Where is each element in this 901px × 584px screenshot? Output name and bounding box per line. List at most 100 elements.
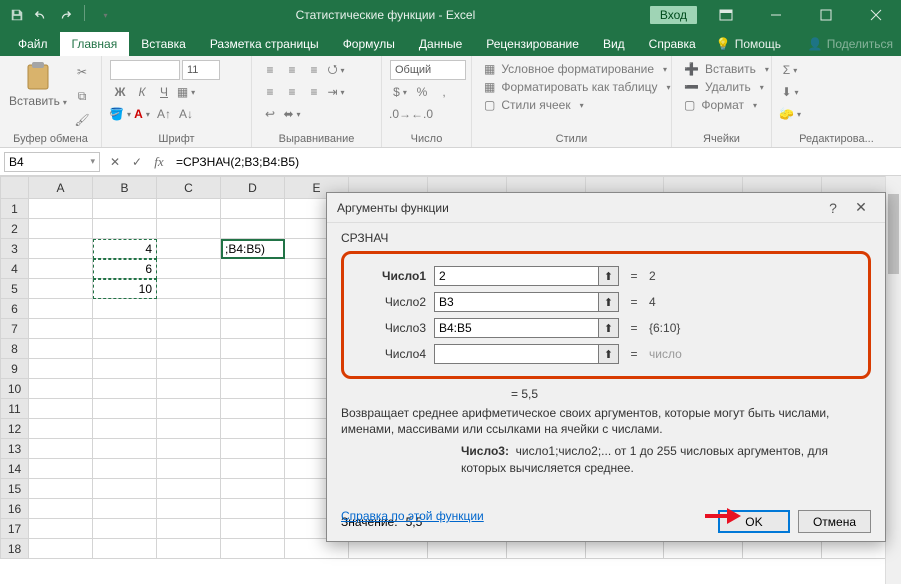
percent-icon[interactable]: % bbox=[412, 82, 432, 102]
row-header[interactable]: 6 bbox=[1, 299, 29, 319]
shrink-font-icon[interactable]: A↓ bbox=[176, 104, 196, 124]
bold-icon[interactable]: Ж bbox=[110, 82, 130, 102]
qat-customize-icon[interactable] bbox=[93, 5, 115, 25]
formula-input[interactable] bbox=[170, 155, 901, 169]
cell[interactable] bbox=[93, 539, 157, 559]
cell[interactable] bbox=[29, 199, 93, 219]
maximize-icon[interactable] bbox=[805, 0, 847, 30]
cell[interactable] bbox=[29, 239, 93, 259]
cell[interactable] bbox=[157, 499, 221, 519]
cell[interactable]: 10 bbox=[93, 279, 157, 299]
ribbon-display-options-icon[interactable] bbox=[705, 0, 747, 30]
autosum-icon[interactable]: Σ bbox=[780, 60, 800, 80]
cell[interactable] bbox=[29, 499, 93, 519]
grow-font-icon[interactable]: A↑ bbox=[154, 104, 174, 124]
cell[interactable] bbox=[221, 339, 285, 359]
row-header[interactable]: 8 bbox=[1, 339, 29, 359]
row-header[interactable]: 18 bbox=[1, 539, 29, 559]
cell[interactable] bbox=[221, 499, 285, 519]
cell[interactable] bbox=[93, 419, 157, 439]
insert-cells-button[interactable]: ➕Вставить bbox=[680, 60, 773, 78]
cell[interactable] bbox=[93, 439, 157, 459]
indent-icon[interactable]: ⇥ bbox=[326, 82, 346, 102]
cell[interactable] bbox=[157, 439, 221, 459]
select-all-corner[interactable] bbox=[1, 177, 29, 199]
cell[interactable] bbox=[29, 459, 93, 479]
format-as-table-button[interactable]: ▦Форматировать как таблицу bbox=[480, 78, 675, 96]
align-left-icon[interactable]: ≡ bbox=[260, 82, 280, 102]
decrease-decimal-icon[interactable]: ←.0 bbox=[412, 104, 432, 124]
cell[interactable] bbox=[29, 399, 93, 419]
dialog-close-icon[interactable]: ✕ bbox=[847, 196, 875, 220]
italic-icon[interactable]: К bbox=[132, 82, 152, 102]
save-icon[interactable] bbox=[6, 5, 28, 25]
tab-data[interactable]: Данные bbox=[407, 32, 474, 56]
fill-color-icon[interactable]: 🪣 bbox=[110, 104, 130, 124]
align-middle-icon[interactable]: ≡ bbox=[282, 60, 302, 80]
col-header[interactable]: A bbox=[29, 177, 93, 199]
cell[interactable] bbox=[93, 219, 157, 239]
row-header[interactable]: 14 bbox=[1, 459, 29, 479]
comma-icon[interactable]: , bbox=[434, 82, 454, 102]
name-box[interactable]: B4▾ bbox=[4, 152, 100, 172]
cell[interactable] bbox=[29, 279, 93, 299]
undo-icon[interactable] bbox=[30, 5, 52, 25]
cell[interactable] bbox=[221, 279, 285, 299]
underline-icon[interactable]: Ч bbox=[154, 82, 174, 102]
cell[interactable] bbox=[221, 319, 285, 339]
cell[interactable] bbox=[221, 199, 285, 219]
tab-insert[interactable]: Вставка bbox=[129, 32, 198, 56]
col-header[interactable]: B bbox=[93, 177, 157, 199]
col-header[interactable]: C bbox=[157, 177, 221, 199]
cell[interactable] bbox=[93, 459, 157, 479]
redo-icon[interactable] bbox=[54, 5, 76, 25]
cell[interactable] bbox=[157, 219, 221, 239]
row-header[interactable]: 15 bbox=[1, 479, 29, 499]
tab-page-layout[interactable]: Разметка страницы bbox=[198, 32, 331, 56]
cell[interactable] bbox=[221, 379, 285, 399]
align-right-icon[interactable]: ≡ bbox=[304, 82, 324, 102]
align-top-icon[interactable]: ≡ bbox=[260, 60, 280, 80]
merge-icon[interactable]: ⬌ bbox=[282, 104, 302, 124]
cell[interactable] bbox=[221, 299, 285, 319]
cell[interactable] bbox=[221, 539, 285, 559]
cell[interactable]: 4 bbox=[93, 239, 157, 259]
row-header[interactable]: 7 bbox=[1, 319, 29, 339]
cell[interactable] bbox=[29, 539, 93, 559]
range-picker-icon[interactable]: ⬆ bbox=[598, 319, 618, 337]
cell[interactable] bbox=[157, 519, 221, 539]
cell[interactable] bbox=[157, 299, 221, 319]
cell[interactable] bbox=[93, 319, 157, 339]
cell[interactable] bbox=[93, 519, 157, 539]
arg-input[interactable] bbox=[435, 345, 598, 363]
copy-icon[interactable]: ⧉ bbox=[72, 86, 92, 106]
cell[interactable] bbox=[157, 539, 221, 559]
cell[interactable] bbox=[221, 459, 285, 479]
range-picker-icon[interactable]: ⬆ bbox=[598, 267, 618, 285]
enter-formula-icon[interactable]: ✓ bbox=[126, 152, 148, 172]
cell[interactable] bbox=[157, 459, 221, 479]
tell-me[interactable]: 💡 Помощь bbox=[708, 32, 789, 56]
cell[interactable] bbox=[221, 519, 285, 539]
paste-button[interactable]: Вставить bbox=[8, 60, 68, 108]
cell[interactable] bbox=[157, 479, 221, 499]
cell[interactable]: 6 bbox=[93, 259, 157, 279]
minimize-icon[interactable] bbox=[755, 0, 797, 30]
cell[interactable] bbox=[93, 479, 157, 499]
dialog-help-icon[interactable]: ? bbox=[819, 196, 847, 220]
align-center-icon[interactable]: ≡ bbox=[282, 82, 302, 102]
increase-decimal-icon[interactable]: .0→ bbox=[390, 104, 410, 124]
font-size-input[interactable] bbox=[182, 60, 220, 80]
cell[interactable] bbox=[93, 339, 157, 359]
cell[interactable] bbox=[29, 299, 93, 319]
tab-formulas[interactable]: Формулы bbox=[331, 32, 407, 56]
row-header[interactable]: 11 bbox=[1, 399, 29, 419]
cell[interactable] bbox=[29, 379, 93, 399]
cell[interactable] bbox=[157, 339, 221, 359]
delete-cells-button[interactable]: ➖Удалить bbox=[680, 78, 773, 96]
format-cells-button[interactable]: ▢Формат bbox=[680, 96, 773, 114]
row-header[interactable]: 10 bbox=[1, 379, 29, 399]
cell[interactable] bbox=[29, 339, 93, 359]
ok-button[interactable]: OK bbox=[718, 510, 790, 533]
cell[interactable] bbox=[29, 259, 93, 279]
